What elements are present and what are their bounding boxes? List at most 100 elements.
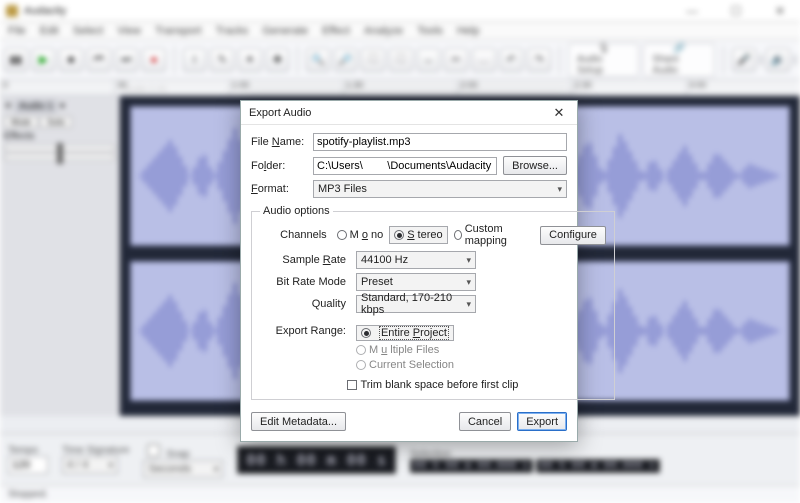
- track-menu-icon[interactable]: ▾: [60, 101, 65, 112]
- bitratemode-select[interactable]: Preset▾: [356, 273, 476, 291]
- timesig-label: Time Signature: [62, 445, 129, 456]
- tick: 0: [0, 80, 114, 95]
- app-icon: [6, 5, 18, 17]
- tick: 2:30: [571, 80, 685, 95]
- tool-selection[interactable]: I: [183, 48, 207, 72]
- recording-meter[interactable]: [760, 55, 762, 65]
- zoom-out-button[interactable]: 🔎: [334, 48, 358, 72]
- tick: 2:00: [457, 80, 571, 95]
- timesig-select[interactable]: 4 / 4▾: [62, 456, 118, 474]
- dialog-titlebar[interactable]: Export Audio ✕: [241, 101, 577, 125]
- samplerate-select[interactable]: 44100 Hz▾: [356, 251, 476, 269]
- folder-input[interactable]: [313, 157, 497, 175]
- app-title: Audacity: [24, 5, 678, 17]
- toolbar: ▮▮ ▶ ■ ⏮ ⏭ ● I ✎ ✦ ✚ 🔍 🔎 ⛶ ⛶ ↔ ✂ … ↶ ↷ 🎙…: [0, 40, 800, 80]
- maximize-button[interactable]: ☐: [722, 4, 750, 18]
- menu-tracks[interactable]: Tracks: [216, 25, 249, 37]
- menu-analyze[interactable]: Analyze: [364, 25, 403, 37]
- filename-input[interactable]: [313, 133, 567, 151]
- range-multiple-radio[interactable]: Multiple Files: [356, 344, 454, 356]
- menu-edit[interactable]: Edit: [40, 25, 59, 37]
- tick: 1:30: [343, 80, 457, 95]
- status-text: Stopped.: [8, 489, 48, 500]
- audio-options-legend: Audio options: [260, 205, 333, 217]
- snap-label: Snap: [166, 449, 189, 460]
- tool-multi[interactable]: ✚: [266, 48, 290, 72]
- zoom-toggle-button[interactable]: ↔: [417, 48, 441, 72]
- snap-checkbox[interactable]: [147, 444, 160, 457]
- pan-slider[interactable]: [4, 154, 115, 160]
- menu-tools[interactable]: Tools: [417, 25, 443, 37]
- menu-help[interactable]: Help: [457, 25, 480, 37]
- quality-select[interactable]: Standard, 170-210 kbps▾: [356, 295, 476, 313]
- menubar: File Edit Select View Transport Tracks G…: [0, 22, 800, 40]
- channels-label: Channels: [260, 229, 331, 241]
- tool-envelope[interactable]: ✎: [210, 48, 234, 72]
- track-header[interactable]: ✕ Audio 1 ▾ MuteSolo Effects: [0, 96, 120, 416]
- track-name[interactable]: Audio 1: [15, 100, 57, 113]
- tick: 1:00: [229, 80, 343, 95]
- menu-effect[interactable]: Effect: [322, 25, 350, 37]
- tool-draw[interactable]: ✦: [238, 48, 262, 72]
- menu-file[interactable]: File: [8, 25, 26, 37]
- browse-button[interactable]: Browse...: [503, 156, 567, 175]
- export-button[interactable]: Export: [517, 412, 567, 431]
- edit-metadata-button[interactable]: Edit Metadata...: [251, 412, 346, 431]
- export-range-label: Export Range:: [260, 325, 350, 337]
- solo-button[interactable]: Solo: [40, 116, 72, 128]
- audio-setup-button[interactable]: 🎙Audio Setup: [568, 43, 640, 77]
- fit-selection-button[interactable]: ⛶: [361, 48, 385, 72]
- format-label: Format:: [251, 183, 307, 195]
- redo-button[interactable]: ↷: [527, 48, 551, 72]
- configure-button[interactable]: Configure: [540, 226, 606, 245]
- tempo-input[interactable]: [8, 456, 48, 474]
- cancel-button[interactable]: Cancel: [459, 412, 511, 431]
- menu-select[interactable]: Select: [73, 25, 104, 37]
- mute-button[interactable]: Mute: [4, 116, 38, 128]
- samplerate-label: Sample Rate: [260, 254, 350, 266]
- zoom-in-button[interactable]: 🔍: [306, 48, 330, 72]
- track-close-icon[interactable]: ✕: [4, 101, 12, 112]
- silence-button[interactable]: …: [472, 48, 496, 72]
- format-select[interactable]: MP3 Files▾: [313, 180, 567, 198]
- range-entire-radio[interactable]: Entire Project: [356, 325, 454, 341]
- selection-end[interactable]: 00 h 00 m 00.000 s: [536, 459, 660, 473]
- rec-meter-icon[interactable]: 🎤: [732, 48, 756, 72]
- clip-label[interactable]: Audio 1 #1: [120, 84, 171, 94]
- channels-stereo-radio[interactable]: Stereo: [389, 226, 447, 244]
- channels-custom-radio[interactable]: Custom mapping: [454, 223, 529, 247]
- status-bar: Stopped.: [0, 485, 800, 503]
- undo-button[interactable]: ↶: [500, 48, 524, 72]
- dialog-close-icon[interactable]: ✕: [549, 105, 569, 121]
- trim-button[interactable]: ✂: [444, 48, 468, 72]
- play-meter-icon[interactable]: 🔊: [766, 48, 790, 72]
- menu-generate[interactable]: Generate: [262, 25, 308, 37]
- selection-start[interactable]: 00 h 00 m 00.000 s: [410, 459, 534, 473]
- folder-label: Folder:: [251, 160, 307, 172]
- chevron-down-icon: ▾: [466, 299, 471, 310]
- time-display[interactable]: 00 h 00 m 00 s: [237, 446, 395, 474]
- skip-start-button[interactable]: ⏮: [87, 48, 111, 72]
- pause-button[interactable]: ▮▮: [4, 48, 28, 72]
- gain-slider[interactable]: [4, 145, 115, 151]
- minimize-button[interactable]: —: [678, 4, 706, 18]
- menu-view[interactable]: View: [117, 25, 141, 37]
- share-audio-button[interactable]: 🔗Share Audio: [643, 43, 715, 77]
- trim-blank-checkbox[interactable]: Trim blank space before first clip: [347, 379, 518, 391]
- skip-end-button[interactable]: ⏭: [115, 48, 139, 72]
- record-button[interactable]: ●: [142, 48, 166, 72]
- play-button[interactable]: ▶: [32, 48, 56, 72]
- chevron-down-icon: ▾: [466, 255, 471, 266]
- quality-label: Quality: [260, 298, 350, 310]
- chevron-down-icon: ▾: [466, 277, 471, 288]
- dialog-title: Export Audio: [249, 107, 549, 119]
- stop-button[interactable]: ■: [59, 48, 83, 72]
- fit-project-button[interactable]: ⛶: [389, 48, 413, 72]
- channels-mono-radio[interactable]: Mono: [337, 229, 384, 241]
- playback-meter[interactable]: [794, 55, 796, 65]
- selection-label: Selection: [410, 449, 451, 460]
- range-current-radio[interactable]: Current Selection: [356, 359, 454, 371]
- snap-select[interactable]: Seconds▾: [143, 460, 223, 478]
- menu-transport[interactable]: Transport: [155, 25, 202, 37]
- close-button[interactable]: ✕: [766, 4, 794, 18]
